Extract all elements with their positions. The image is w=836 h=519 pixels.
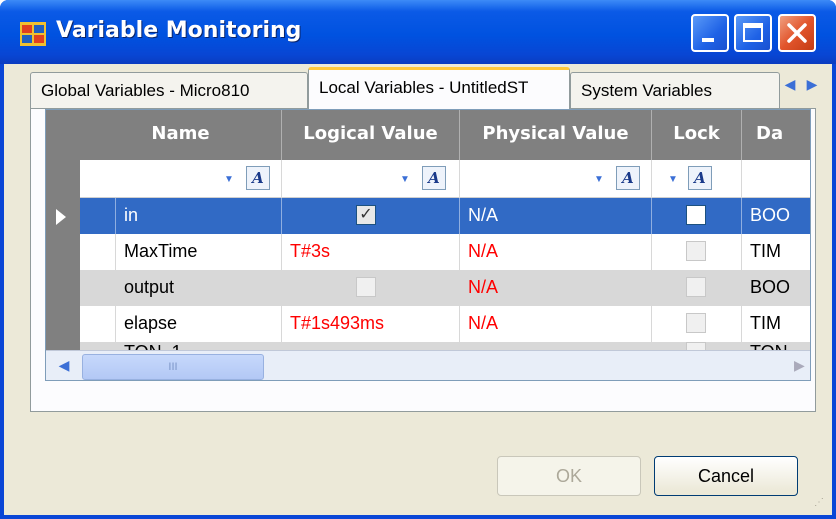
title-bar[interactable]: Variable Monitoring — [0, 0, 836, 64]
filter-font-icon[interactable]: A — [616, 166, 640, 190]
cell-lock[interactable] — [652, 306, 742, 342]
window-title: Variable Monitoring — [56, 18, 302, 43]
close-button[interactable] — [778, 14, 816, 52]
cell-logical-value[interactable] — [282, 270, 460, 306]
lock-checkbox[interactable] — [686, 313, 706, 333]
cell-data-type: TIM — [742, 234, 810, 270]
cell-lock[interactable] — [652, 234, 742, 270]
cell-physical-value[interactable]: N/A — [460, 306, 652, 342]
column-header-name[interactable]: Name — [80, 110, 282, 160]
scroll-right-icon[interactable]: ▶ — [794, 357, 808, 374]
lock-checkbox[interactable] — [686, 277, 706, 297]
filter-cell-lock: ▼ A — [652, 160, 742, 198]
tab-panel: Name Logical Value Physical Value Lock D… — [30, 108, 816, 412]
minimize-button[interactable] — [691, 14, 729, 52]
tab-label: Global Variables - Micro810 — [41, 81, 250, 100]
tab-scroll-buttons: ◀ ▶ — [779, 76, 827, 102]
variables-grid: Name Logical Value Physical Value Lock D… — [45, 109, 811, 381]
cell-physical-value[interactable]: N/A — [460, 234, 652, 270]
cell-name[interactable]: output — [116, 270, 282, 306]
resize-grip-icon[interactable]: ⋰ — [814, 497, 828, 511]
row-expander — [80, 306, 116, 342]
filter-cell-physical-value: ▼ A — [460, 160, 652, 198]
cell-data-type: BOO — [742, 198, 810, 234]
logical-value-checkbox[interactable]: ✓ — [356, 205, 376, 225]
column-header-data-type[interactable]: Da — [742, 110, 810, 160]
column-header-logical-value[interactable]: Logical Value — [282, 110, 460, 160]
variable-monitoring-window: Variable Monitoring Global Variables - M… — [0, 0, 836, 519]
row-expander — [80, 234, 116, 270]
cell-data-type: BOO — [742, 270, 810, 306]
table-row[interactable]: MaxTime T#3s N/A TIM — [80, 234, 810, 270]
table-row[interactable]: output N/A BOO — [80, 270, 810, 306]
filter-dropdown-icon[interactable]: ▼ — [594, 174, 604, 185]
dialog-body: Global Variables - Micro810 Local Variab… — [4, 64, 832, 515]
maximize-icon — [743, 23, 763, 42]
cell-logical-value[interactable]: ✓ — [282, 198, 460, 234]
tab-scroll-left-icon[interactable]: ◀ — [779, 76, 801, 93]
table-row[interactable]: elapse T#1s493ms N/A TIM — [80, 306, 810, 342]
logical-value-checkbox[interactable] — [356, 277, 376, 297]
app-icon — [20, 22, 46, 46]
scroll-left-icon[interactable]: ◀ — [50, 357, 78, 377]
filter-cell-logical-value: ▼ A — [282, 160, 460, 198]
close-icon — [787, 23, 807, 43]
filter-font-icon[interactable]: A — [688, 166, 712, 190]
row-expander — [80, 270, 116, 306]
maximize-button[interactable] — [734, 14, 772, 52]
ok-button[interactable]: OK — [497, 456, 641, 496]
cell-name[interactable]: MaxTime — [116, 234, 282, 270]
column-header-lock[interactable]: Lock — [652, 110, 742, 160]
cancel-button[interactable]: Cancel — [654, 456, 798, 496]
filter-font-icon[interactable]: A — [422, 166, 446, 190]
scrollbar-thumb[interactable]: III — [82, 354, 264, 380]
cancel-button-label: Cancel — [697, 466, 755, 486]
cell-lock[interactable] — [652, 270, 742, 306]
filter-row: ▼ A ▼ A ▼ A ▼ A — [80, 160, 810, 198]
tab-local-variables[interactable]: Local Variables - UntitledST — [308, 67, 570, 109]
tab-scroll-right-icon[interactable]: ▶ — [801, 76, 823, 93]
row-header-column — [46, 110, 80, 380]
cell-physical-value[interactable]: N/A — [460, 198, 652, 234]
cell-data-type: TIM — [742, 306, 810, 342]
cell-logical-value[interactable]: T#3s — [282, 234, 460, 270]
filter-font-icon[interactable]: A — [246, 166, 270, 190]
filter-cell-name: ▼ A — [80, 160, 282, 198]
ok-button-label: OK — [555, 466, 582, 486]
filter-dropdown-icon[interactable]: ▼ — [224, 174, 234, 185]
cell-physical-value[interactable]: N/A — [460, 270, 652, 306]
cell-logical-value[interactable]: T#1s493ms — [282, 306, 460, 342]
tab-global-variables[interactable]: Global Variables - Micro810 — [30, 72, 308, 108]
current-row-indicator-icon — [56, 209, 66, 225]
tab-label: Local Variables - UntitledST — [319, 78, 529, 97]
filter-dropdown-icon[interactable]: ▼ — [668, 174, 678, 185]
row-expander — [80, 198, 116, 234]
minimize-icon — [702, 38, 714, 42]
filter-dropdown-icon[interactable]: ▼ — [400, 174, 410, 185]
tab-system-variables[interactable]: System Variables — [570, 72, 780, 108]
table-row[interactable]: in ✓ N/A BOO — [80, 198, 810, 234]
cell-lock[interactable] — [652, 198, 742, 234]
tab-label: System Variables — [581, 81, 713, 100]
horizontal-scrollbar[interactable]: ◀ III ▶ — [46, 350, 810, 380]
cell-name[interactable]: elapse — [116, 306, 282, 342]
lock-checkbox[interactable] — [686, 205, 706, 225]
column-header-physical-value[interactable]: Physical Value — [460, 110, 652, 160]
lock-checkbox[interactable] — [686, 241, 706, 261]
cell-name[interactable]: in — [116, 198, 282, 234]
